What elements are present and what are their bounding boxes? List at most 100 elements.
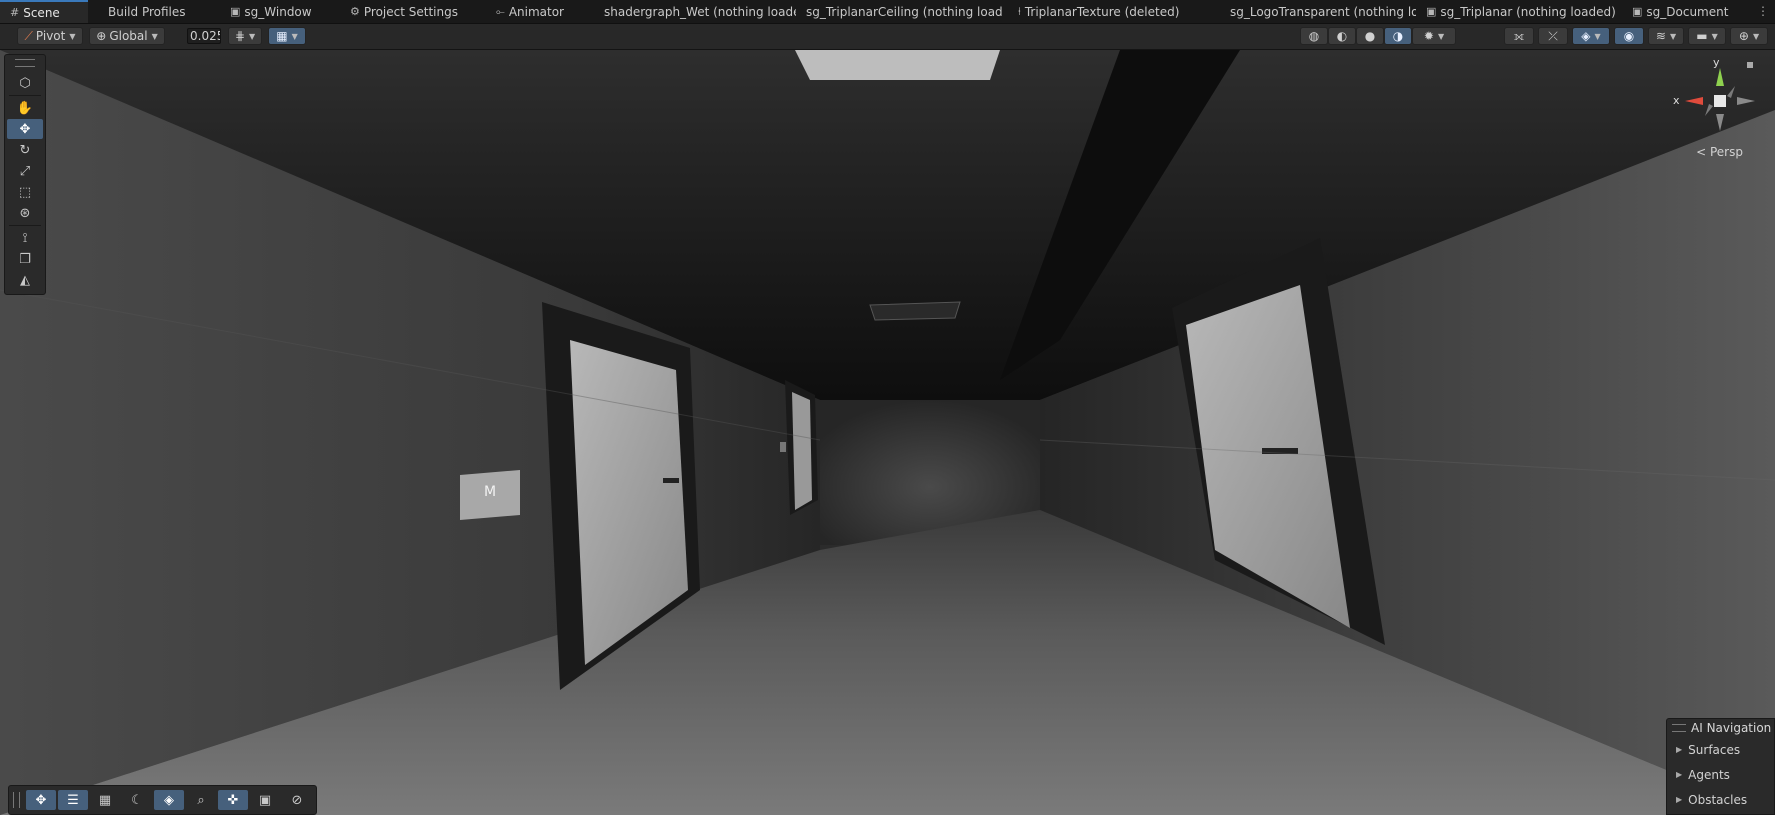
- tab-sg-window[interactable]: ▣ sg_Window: [212, 0, 340, 23]
- pivot-icon: ⟋: [24, 28, 33, 43]
- expand-arrow-icon: ▶: [1676, 770, 1683, 779]
- chevron-down-icon: ▼: [1594, 31, 1601, 41]
- ai-nav-item-obstacles[interactable]: ▶ Obstacles: [1667, 787, 1774, 812]
- tab-label: sg_LogoTransparent (nothing lo: [1230, 4, 1416, 19]
- ai-navigation-header[interactable]: AI Navigation: [1667, 719, 1774, 737]
- duplicate-tool-button[interactable]: ❐: [7, 249, 43, 269]
- overlay-layers-button[interactable]: ◈: [154, 790, 184, 810]
- overlay-grid-button[interactable]: ▦: [90, 790, 120, 810]
- navigate-icon: ✜: [227, 792, 239, 808]
- ai-navigation-title: AI Navigation: [1691, 721, 1772, 735]
- tab-sg-triplanar[interactable]: ▣ sg_Triplanar (nothing loaded): [1416, 0, 1616, 23]
- view-cube-icon[interactable]: ⬡: [7, 73, 43, 93]
- hand-icon: ✋: [16, 100, 34, 116]
- scene-viewport[interactable]: M ⬡ ✋ ✥ ↻ ⤢ ⬚ ⊛ ⟟ ❐ ◭ x y < Persp ✥ ☰ ▦ …: [0, 50, 1775, 815]
- tab-triplanartexture[interactable]: ⍿ TriplanarTexture (deleted): [1008, 0, 1208, 23]
- global-dropdown[interactable]: ⊕ Global ▼: [89, 27, 165, 45]
- compass-icon: ⊘: [291, 792, 303, 808]
- shaded-wireframe-icon: ◐: [1336, 29, 1348, 43]
- tab-sg-logotransparent[interactable]: sg_LogoTransparent (nothing lo: [1208, 0, 1416, 23]
- overlay-navigate-button[interactable]: ✜: [218, 790, 248, 810]
- snap-increment-field[interactable]: 0.025: [187, 28, 221, 44]
- overlay-camera-button[interactable]: ▣: [250, 790, 280, 810]
- hand-tool-button[interactable]: ✋: [7, 98, 43, 118]
- tab-animator[interactable]: ⟜ Animator: [482, 0, 584, 23]
- sign-label: M: [484, 484, 497, 500]
- light-off-icon: ⤫: [1548, 28, 1558, 43]
- tab-label: Scene: [23, 5, 60, 20]
- chevron-down-icon: ▼: [1752, 31, 1760, 41]
- lighting-icon: ◑: [1392, 29, 1404, 43]
- overlay-lighting-button[interactable]: ☾: [122, 790, 152, 810]
- drag-handle-icon[interactable]: [13, 792, 20, 808]
- orientation-gizmo[interactable]: x y: [1673, 56, 1765, 156]
- scale-tool-button[interactable]: ⤢: [7, 161, 43, 181]
- effects-toggle[interactable]: ◈ ▼: [1572, 27, 1610, 45]
- pivot-dropdown[interactable]: ⟋ Pivot ▼: [17, 27, 83, 45]
- rotate-tool-button[interactable]: ↻: [7, 140, 43, 160]
- tab-shadergraph-wet[interactable]: shadergraph_Wet (nothing loade: [584, 0, 796, 23]
- probe-tool-button[interactable]: ◭: [7, 270, 43, 290]
- grid-snap-icon: ▦: [276, 29, 288, 43]
- camera-icon: ▣: [258, 792, 272, 808]
- subgraph-icon: ⍿: [1018, 4, 1021, 18]
- debug-draw-mode-button[interactable]: ✹ ▼: [1412, 27, 1456, 45]
- axis-gizmo-icon: [1685, 62, 1755, 131]
- transform-tool-button[interactable]: ⊛: [7, 203, 43, 223]
- shadergraph-icon: ▣: [1426, 5, 1437, 18]
- custom-tool-button[interactable]: ⟟: [7, 228, 43, 248]
- tab-scene[interactable]: # Scene: [0, 0, 88, 23]
- overlay-settings-button[interactable]: ☰: [58, 790, 88, 810]
- tool-palette: ⬡ ✋ ✥ ↻ ⤢ ⬚ ⊛ ⟟ ❐ ◭: [4, 54, 46, 295]
- visibility-toggle[interactable]: ◉: [1614, 27, 1644, 45]
- lighting-toggle[interactable]: ⤫: [1538, 27, 1568, 45]
- expand-arrow-icon: ▶: [1676, 745, 1683, 754]
- overlay-compass-button[interactable]: ⊘: [282, 790, 312, 810]
- shading-shaded-button[interactable]: ●: [1356, 27, 1384, 45]
- ai-nav-item-label: Surfaces: [1688, 742, 1741, 757]
- shading-shaded-wireframe-button[interactable]: ◐: [1328, 27, 1356, 45]
- snap-settings-button[interactable]: ⋕ ▼: [228, 27, 262, 45]
- tab-project-settings[interactable]: ⚙ Project Settings: [340, 0, 482, 23]
- tab-sg-document[interactable]: ▣ sg_Document: [1616, 0, 1760, 23]
- chevron-down-icon: ▼: [291, 31, 298, 41]
- shading-wireframe-button[interactable]: ◍: [1300, 27, 1328, 45]
- bug-icon: ✹: [1423, 29, 1434, 43]
- drag-handle-icon[interactable]: [15, 59, 35, 67]
- chevron-down-icon: ▼: [1437, 31, 1445, 41]
- rotate-icon: ↻: [19, 142, 31, 158]
- shadergraph-icon: ▣: [1632, 5, 1643, 18]
- tab-build-profiles[interactable]: Build Profiles: [88, 0, 212, 23]
- overlay-search-button[interactable]: ⌕: [186, 790, 216, 810]
- ai-navigation-panel: AI Navigation ▶ Surfaces ▶ Agents ▶ Obst…: [1666, 718, 1775, 815]
- chevron-down-icon: ▼: [248, 31, 256, 41]
- 2d-toggle[interactable]: ⟗: [1504, 27, 1534, 45]
- rect-tool-button[interactable]: ⬚: [7, 182, 43, 202]
- animator-icon: ⟜: [496, 4, 505, 18]
- projection-toggle[interactable]: < Persp: [1696, 145, 1743, 159]
- move-tool-button[interactable]: ✥: [7, 119, 43, 139]
- layers-dropdown[interactable]: ≋ ▼: [1648, 27, 1684, 45]
- shadergraph-icon: ▣: [230, 5, 241, 18]
- probe-icon: ◭: [20, 272, 30, 288]
- chevron-down-icon: ▼: [69, 31, 76, 41]
- gizmos-dropdown[interactable]: ⊕ ▼: [1730, 27, 1768, 45]
- camera-settings-dropdown[interactable]: ▬ ▼: [1688, 27, 1726, 45]
- scene-toolbar: ⟋ Pivot ▼ ⊕ Global ▼ 0.025 ⋕ ▼ ▦ ▼ ◍ ◐ ● ◑…: [0, 24, 1775, 50]
- scale-icon: ⤢: [19, 163, 31, 179]
- tab-label: sg_Document: [1646, 4, 1729, 19]
- corridor-render: [0, 50, 1775, 815]
- tab-sg-triplanarceiling[interactable]: sg_TriplanarCeiling (nothing load: [796, 0, 1008, 23]
- overlay-move-button[interactable]: ✥: [26, 790, 56, 810]
- ai-nav-item-surfaces[interactable]: ▶ Surfaces: [1667, 737, 1774, 762]
- pivot-label: Pivot: [35, 29, 66, 43]
- tab-menu-icon[interactable]: ⋮: [1757, 4, 1769, 18]
- shaded-sphere-icon: ●: [1364, 29, 1376, 43]
- globe-icon: ⊕: [96, 29, 107, 43]
- shading-unlit-button[interactable]: ◑: [1384, 27, 1412, 45]
- tab-label: TriplanarTexture (deleted): [1024, 4, 1180, 19]
- rect-icon: ⬚: [18, 184, 32, 200]
- ai-nav-item-agents[interactable]: ▶ Agents: [1667, 762, 1774, 787]
- tab-label: sg_Window: [244, 4, 312, 19]
- grid-snap-toggle[interactable]: ▦ ▼: [268, 27, 306, 45]
